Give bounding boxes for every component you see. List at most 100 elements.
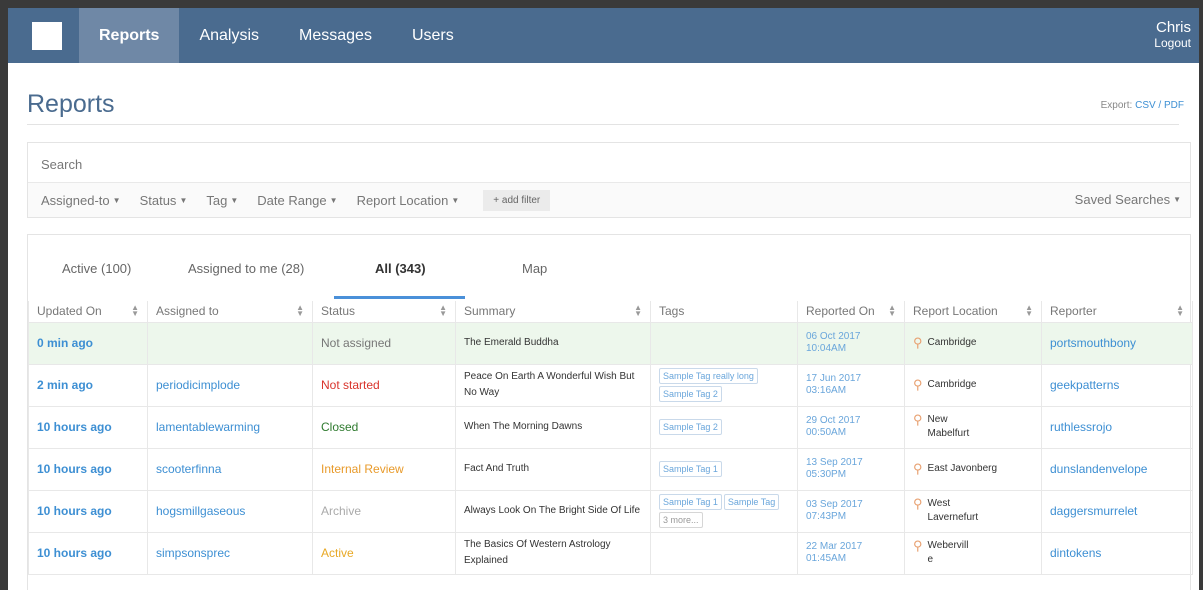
nav-item-messages[interactable]: Messages [279, 8, 392, 63]
reporter-link[interactable]: dintokens [1041, 531, 1193, 575]
caret-down-icon: ▼ [230, 196, 239, 205]
summary-cell[interactable]: When The Morning Dawns [455, 405, 651, 449]
reporter-link[interactable]: daggersmurrelet [1041, 489, 1193, 533]
search-input[interactable]: Search [28, 143, 1190, 183]
table-row[interactable]: 10 hours ago lamentablewarming Closed When … [28, 405, 1193, 449]
tab-map[interactable]: Map [522, 261, 547, 276]
reported-date: 13 Sep 2017 [806, 457, 863, 468]
user-name[interactable]: Chris [1154, 19, 1191, 36]
more-tags-badge[interactable]: 3 more... [659, 512, 703, 528]
status-cell: Archive [312, 489, 456, 533]
report-location-cell: ⚲ Webervill e [904, 531, 1042, 575]
table-row[interactable]: 0 min ago Not assigned The Emerald Buddha 0… [28, 321, 1193, 365]
column-header-status[interactable]: Status ▲ ▼ [312, 301, 456, 323]
filter-status[interactable]: Status ▼ [140, 193, 188, 208]
nav-item-users[interactable]: Users [392, 8, 474, 63]
map-pin-icon: ⚲ [913, 496, 923, 511]
table-row[interactable]: 10 hours ago hogsmillgaseous Archive Always… [28, 489, 1193, 533]
column-label: Reported On [806, 304, 875, 319]
table-row[interactable]: 10 hours ago simpsonsprec Active The Basics… [28, 531, 1193, 575]
column-label: Tags [659, 304, 685, 319]
filter-label: Status [139, 193, 177, 208]
sort-icon[interactable]: ▲ ▼ [634, 304, 642, 318]
saved-searches-label: Saved Searches [1074, 192, 1171, 207]
app-logo[interactable] [32, 22, 62, 50]
saved-searches-dropdown[interactable]: Saved Searches ▼ [1075, 192, 1181, 207]
column-label: Updated On [37, 304, 102, 319]
filter-label: Tag [206, 193, 228, 208]
reported-on-cell: 22 Mar 2017 01:45AM [797, 531, 905, 575]
reported-date: 17 Jun 2017 [806, 373, 862, 384]
summary-cell[interactable]: The Basics Of Western Astrology Explaine… [455, 531, 651, 575]
summary-cell[interactable]: The Emerald Buddha [455, 321, 651, 365]
column-header-reporter[interactable]: Reporter ▲ ▼ [1041, 301, 1193, 323]
sort-icon[interactable]: ▲ ▼ [1025, 304, 1033, 318]
updated-on-cell: 10 hours ago [28, 405, 148, 449]
column-header-summary[interactable]: Summary ▲ ▼ [455, 301, 651, 323]
nav-item-analysis[interactable]: Analysis [179, 8, 279, 63]
tag-chip[interactable]: Sample Tag 1 [659, 461, 722, 477]
column-label: Report Location [913, 304, 998, 319]
filter-label: Assigned-to [41, 193, 110, 208]
user-menu: Chris Logout [1154, 19, 1191, 51]
tags-cell [650, 321, 798, 365]
map-pin-icon: ⚲ [913, 538, 923, 553]
column-header-report-location[interactable]: Report Location ▲ ▼ [904, 301, 1042, 323]
sort-icon[interactable]: ▲ ▼ [1176, 304, 1184, 318]
tags-cell: Sample Tag 2 [650, 405, 798, 449]
export-csv-link[interactable]: CSV [1135, 100, 1156, 111]
logout-link[interactable]: Logout [1154, 36, 1191, 51]
tag-chip[interactable]: Sample Tag 2 [659, 386, 722, 402]
reported-date: 29 Oct 2017 [806, 415, 861, 426]
assigned-to-link[interactable]: lamentablewarming [147, 405, 313, 449]
summary-cell[interactable]: Fact And Truth [455, 447, 651, 491]
table-row[interactable]: 10 hours ago scooterfinna Internal Review F… [28, 447, 1193, 491]
column-header-reported-on[interactable]: Reported On ▲ ▼ [797, 301, 905, 323]
export-pdf-link[interactable]: PDF [1164, 100, 1184, 111]
summary-cell[interactable]: Peace On Earth A Wonderful Wish But No W… [455, 363, 651, 407]
reported-time: 10:04AM [806, 343, 847, 354]
assigned-to-link[interactable]: periodicimplode [147, 363, 313, 407]
reporter-link[interactable]: dunslandenvelope [1041, 447, 1193, 491]
column-header-updated-on[interactable]: Updated On ▲ ▼ [28, 301, 148, 323]
filter-assigned-to[interactable]: Assigned-to ▼ [41, 193, 121, 208]
summary-cell[interactable]: Always Look On The Bright Side Of Life [455, 489, 651, 533]
assigned-to-link[interactable]: scooterfinna [147, 447, 313, 491]
tag-chip[interactable]: Sample Tag [723, 494, 780, 510]
tags-cell: Sample Tag 1 [650, 447, 798, 491]
filter-date-range[interactable]: Date Range ▼ [257, 193, 337, 208]
column-label: Status [321, 304, 356, 319]
sort-icon[interactable]: ▲ ▼ [888, 304, 896, 318]
sort-icon[interactable]: ▲ ▼ [296, 304, 304, 318]
table-row[interactable]: 2 min ago periodicimplode Not started Peace… [28, 363, 1193, 407]
export-links: Export: CSV / PDF [1101, 100, 1184, 111]
reporter-link[interactable]: portsmouthbony [1041, 321, 1193, 365]
filter-report-location[interactable]: Report Location ▼ [357, 193, 460, 208]
report-location-cell: ⚲ New Mabelfurt [904, 405, 1042, 449]
tag-chip[interactable]: Sample Tag really long [659, 368, 758, 384]
assigned-to-link[interactable]: hogsmillgaseous [147, 489, 313, 533]
add-filter-button[interactable]: + add filter [483, 190, 551, 211]
sort-icon[interactable]: ▲ ▼ [131, 304, 139, 318]
export-label: Export: [1100, 100, 1136, 111]
nav-item-reports[interactable]: Reports [79, 8, 180, 63]
page-title: Reports [27, 90, 115, 118]
caret-down-icon: ▼ [179, 196, 188, 205]
tab-assigned-to-me[interactable]: Assigned to me (28) [188, 261, 304, 276]
tag-chip[interactable]: Sample Tag 1 [659, 494, 722, 510]
caret-down-icon: ▼ [112, 196, 121, 205]
reported-date: 06 Oct 2017 [806, 331, 861, 342]
tab-active[interactable]: Active (100) [62, 261, 131, 276]
column-header-assigned-to[interactable]: Assigned to ▲ ▼ [147, 301, 313, 323]
reporter-link[interactable]: ruthlessrojo [1041, 405, 1193, 449]
location-line-2: Mabelfurt [927, 428, 970, 439]
sort-icon[interactable]: ▲ ▼ [439, 304, 447, 318]
tab-all[interactable]: All (343) [375, 261, 426, 276]
assigned-to-link[interactable]: simpsonsprec [147, 531, 313, 575]
tag-chip[interactable]: Sample Tag 2 [659, 419, 722, 435]
filter-tag[interactable]: Tag ▼ [206, 193, 238, 208]
reporter-link[interactable]: geekpatterns [1041, 363, 1193, 407]
filter-label: Report Location [356, 193, 449, 208]
assigned-to-link[interactable] [147, 321, 313, 365]
caret-down-icon: ▼ [1173, 195, 1181, 204]
